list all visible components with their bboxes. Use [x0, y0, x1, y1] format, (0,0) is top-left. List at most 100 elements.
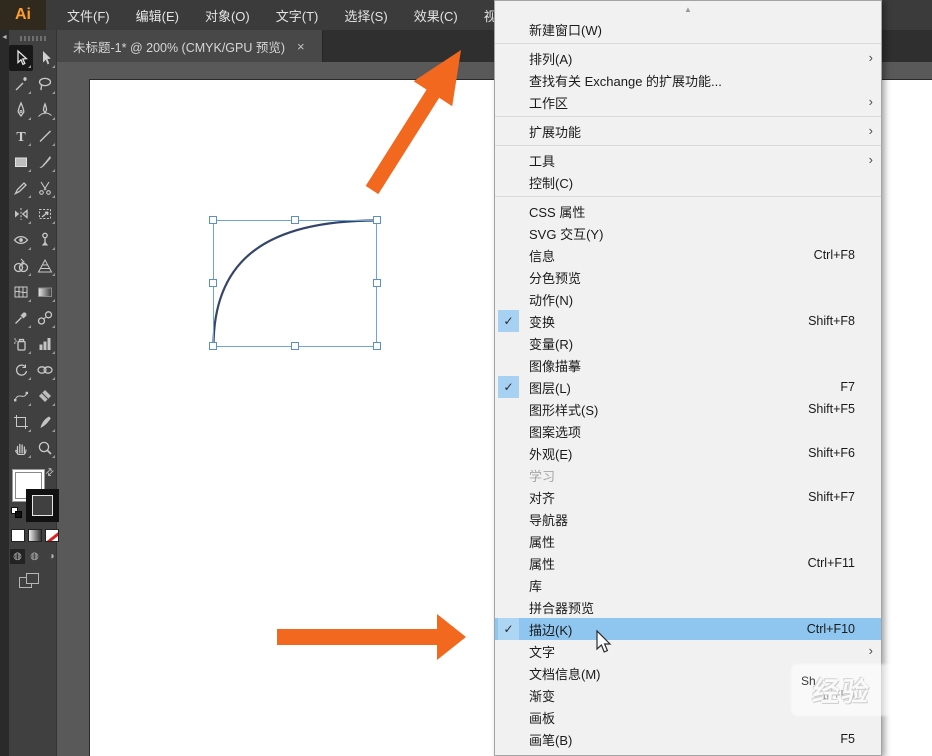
menu-item-label: 画笔(B) [529, 730, 828, 749]
menu-item-18[interactable]: 图像描摹 [495, 354, 881, 376]
menu-item-33[interactable]: 渐变Ctrl+F9 [495, 684, 881, 706]
submenu-arrow-icon: › [869, 50, 873, 65]
eyedropper-tool[interactable] [9, 305, 33, 331]
menubar-item-6[interactable]: 效果(C) [401, 0, 471, 30]
menu-item-32[interactable]: 文档信息(M) [495, 662, 881, 684]
menu-item-label: 新建窗口(W) [529, 20, 855, 39]
menu-item-2[interactable]: 排列(A) › [495, 47, 881, 69]
menu-item-28[interactable]: 库 [495, 574, 881, 596]
paint-color-button[interactable] [11, 529, 25, 542]
draw-inside-button[interactable]: ◑ [44, 549, 59, 564]
default-fill-stroke-icon[interactable] [11, 507, 23, 519]
swap-fill-stroke-icon[interactable]: ⇄ [43, 466, 57, 480]
menubar-item-4[interactable]: 文字(T) [263, 0, 332, 30]
menu-item-24[interactable]: 对齐Shift+F7 [495, 486, 881, 508]
curvature-tool[interactable] [33, 97, 57, 123]
menu-item-35[interactable]: 画笔(B) F5 [495, 728, 881, 750]
lasso-tool[interactable] [33, 71, 57, 97]
hand-tool[interactable] [9, 435, 33, 461]
menu-item-0[interactable]: 新建窗口(W) [495, 18, 881, 40]
menu-item-22[interactable]: 外观(E)Shift+F6 [495, 442, 881, 464]
menu-item-label: 外观(E) [529, 444, 796, 463]
type-tool[interactable]: T [9, 123, 33, 149]
artboard-tool[interactable] [9, 409, 33, 435]
rectangle-tool[interactable] [9, 149, 33, 175]
gradient-tool[interactable] [33, 279, 57, 305]
menu-separator [495, 40, 881, 47]
paintbrush-tool[interactable] [33, 149, 57, 175]
draw-behind-button[interactable]: ◍ [27, 549, 42, 564]
tab-close-icon[interactable]: × [297, 40, 305, 53]
menu-item-label: 图案选项 [529, 422, 855, 441]
panel-drag-handle[interactable] [20, 36, 46, 41]
smooth-tool[interactable] [9, 383, 33, 409]
knife-tool[interactable] [33, 409, 57, 435]
menu-item-3[interactable]: 查找有关 Exchange 的扩展功能... [495, 69, 881, 91]
menu-item-16[interactable]: ✓变换Shift+F8 [495, 310, 881, 332]
draw-normal-button[interactable]: ◍ [10, 549, 25, 564]
menubar-item-1[interactable]: 文件(F) [54, 0, 123, 30]
symbol-sprayer-tool[interactable] [9, 331, 33, 357]
width-tool[interactable] [9, 227, 33, 253]
menu-item-shortcut: Ctrl+F10 [807, 622, 855, 636]
paint-gradient-button[interactable] [28, 529, 42, 542]
menu-item-25[interactable]: 导航器 [495, 508, 881, 530]
selection-tool[interactable] [9, 45, 33, 71]
menu-item-label: 动作(N) [529, 290, 855, 309]
menu-item-4[interactable]: 工作区› [495, 91, 881, 113]
pen-tool[interactable] [9, 97, 33, 123]
paint-none-button[interactable] [45, 529, 59, 542]
menu-item-23: 学习 [495, 464, 881, 486]
shape-builder-tool[interactable] [9, 253, 33, 279]
blend-tool[interactable] [33, 305, 57, 331]
checkmark-icon: ✓ [498, 310, 519, 332]
menu-item-31[interactable]: 文字› [495, 640, 881, 662]
menu-item-9[interactable]: 控制(C) [495, 171, 881, 193]
menu-item-15[interactable]: 动作(N) [495, 288, 881, 310]
menubar-item-5[interactable]: 选择(S) [331, 0, 400, 30]
stroke-color-swatch[interactable] [26, 489, 59, 522]
menu-item-label: 信息 [529, 246, 802, 265]
submenu-arrow-icon: › [869, 123, 873, 138]
mesh-tool[interactable] [9, 279, 33, 305]
menu-item-12[interactable]: SVG 交互(Y) [495, 222, 881, 244]
menu-item-shortcut: F5 [840, 732, 855, 746]
zoom-tool[interactable] [33, 435, 57, 461]
line-segment-tool[interactable] [33, 123, 57, 149]
eraser-tool[interactable] [33, 383, 57, 409]
menu-item-21[interactable]: 图案选项 [495, 420, 881, 442]
menu-item-30[interactable]: ✓描边(K)Ctrl+F10 [495, 618, 881, 640]
menu-item-20[interactable]: 图形样式(S)Shift+F5 [495, 398, 881, 420]
perspective-grid-tool[interactable] [33, 253, 57, 279]
rotate-tool[interactable] [9, 357, 33, 383]
collapse-panel-icon[interactable]: ◄ [0, 34, 9, 41]
menu-item-17[interactable]: 变量(R) [495, 332, 881, 354]
menu-item-26[interactable]: 属性 [495, 530, 881, 552]
screen-mode-button[interactable] [19, 573, 41, 591]
menubar-item-2[interactable]: 编辑(E) [123, 0, 192, 30]
menu-scroll-up-icon[interactable]: ▲ [495, 1, 881, 18]
reflect-tool[interactable] [9, 201, 33, 227]
direct-selection-tool[interactable] [33, 45, 57, 71]
magic-wand-tool[interactable] [9, 71, 33, 97]
menu-item-29[interactable]: 拼合器预览 [495, 596, 881, 618]
menu-item-label: 对齐 [529, 488, 796, 507]
menu-item-6[interactable]: 扩展功能› [495, 120, 881, 142]
shape-tool[interactable] [33, 357, 57, 383]
puppet-warp-tool[interactable] [33, 227, 57, 253]
document-tab[interactable]: 未标题-1* @ 200% (CMYK/GPU 预览) × [57, 30, 323, 62]
menu-item-8[interactable]: 工具› [495, 149, 881, 171]
free-transform-tool[interactable] [33, 201, 57, 227]
menu-item-19[interactable]: ✓图层(L)F7 [495, 376, 881, 398]
menu-item-label: 排列(A) [529, 49, 855, 68]
menu-item-13[interactable]: 信息Ctrl+F8 [495, 244, 881, 266]
menu-item-14[interactable]: 分色预览 [495, 266, 881, 288]
column-graph-tool[interactable] [33, 331, 57, 357]
menubar-item-3[interactable]: 对象(O) [192, 0, 263, 30]
pencil-tool[interactable] [9, 175, 33, 201]
scissors-tool[interactable] [33, 175, 57, 201]
menu-item-11[interactable]: CSS 属性 [495, 200, 881, 222]
menu-item-34[interactable]: 画板 [495, 706, 881, 728]
menu-item-27[interactable]: 属性Ctrl+F11 [495, 552, 881, 574]
menu-item-label: 查找有关 Exchange 的扩展功能... [529, 71, 855, 90]
